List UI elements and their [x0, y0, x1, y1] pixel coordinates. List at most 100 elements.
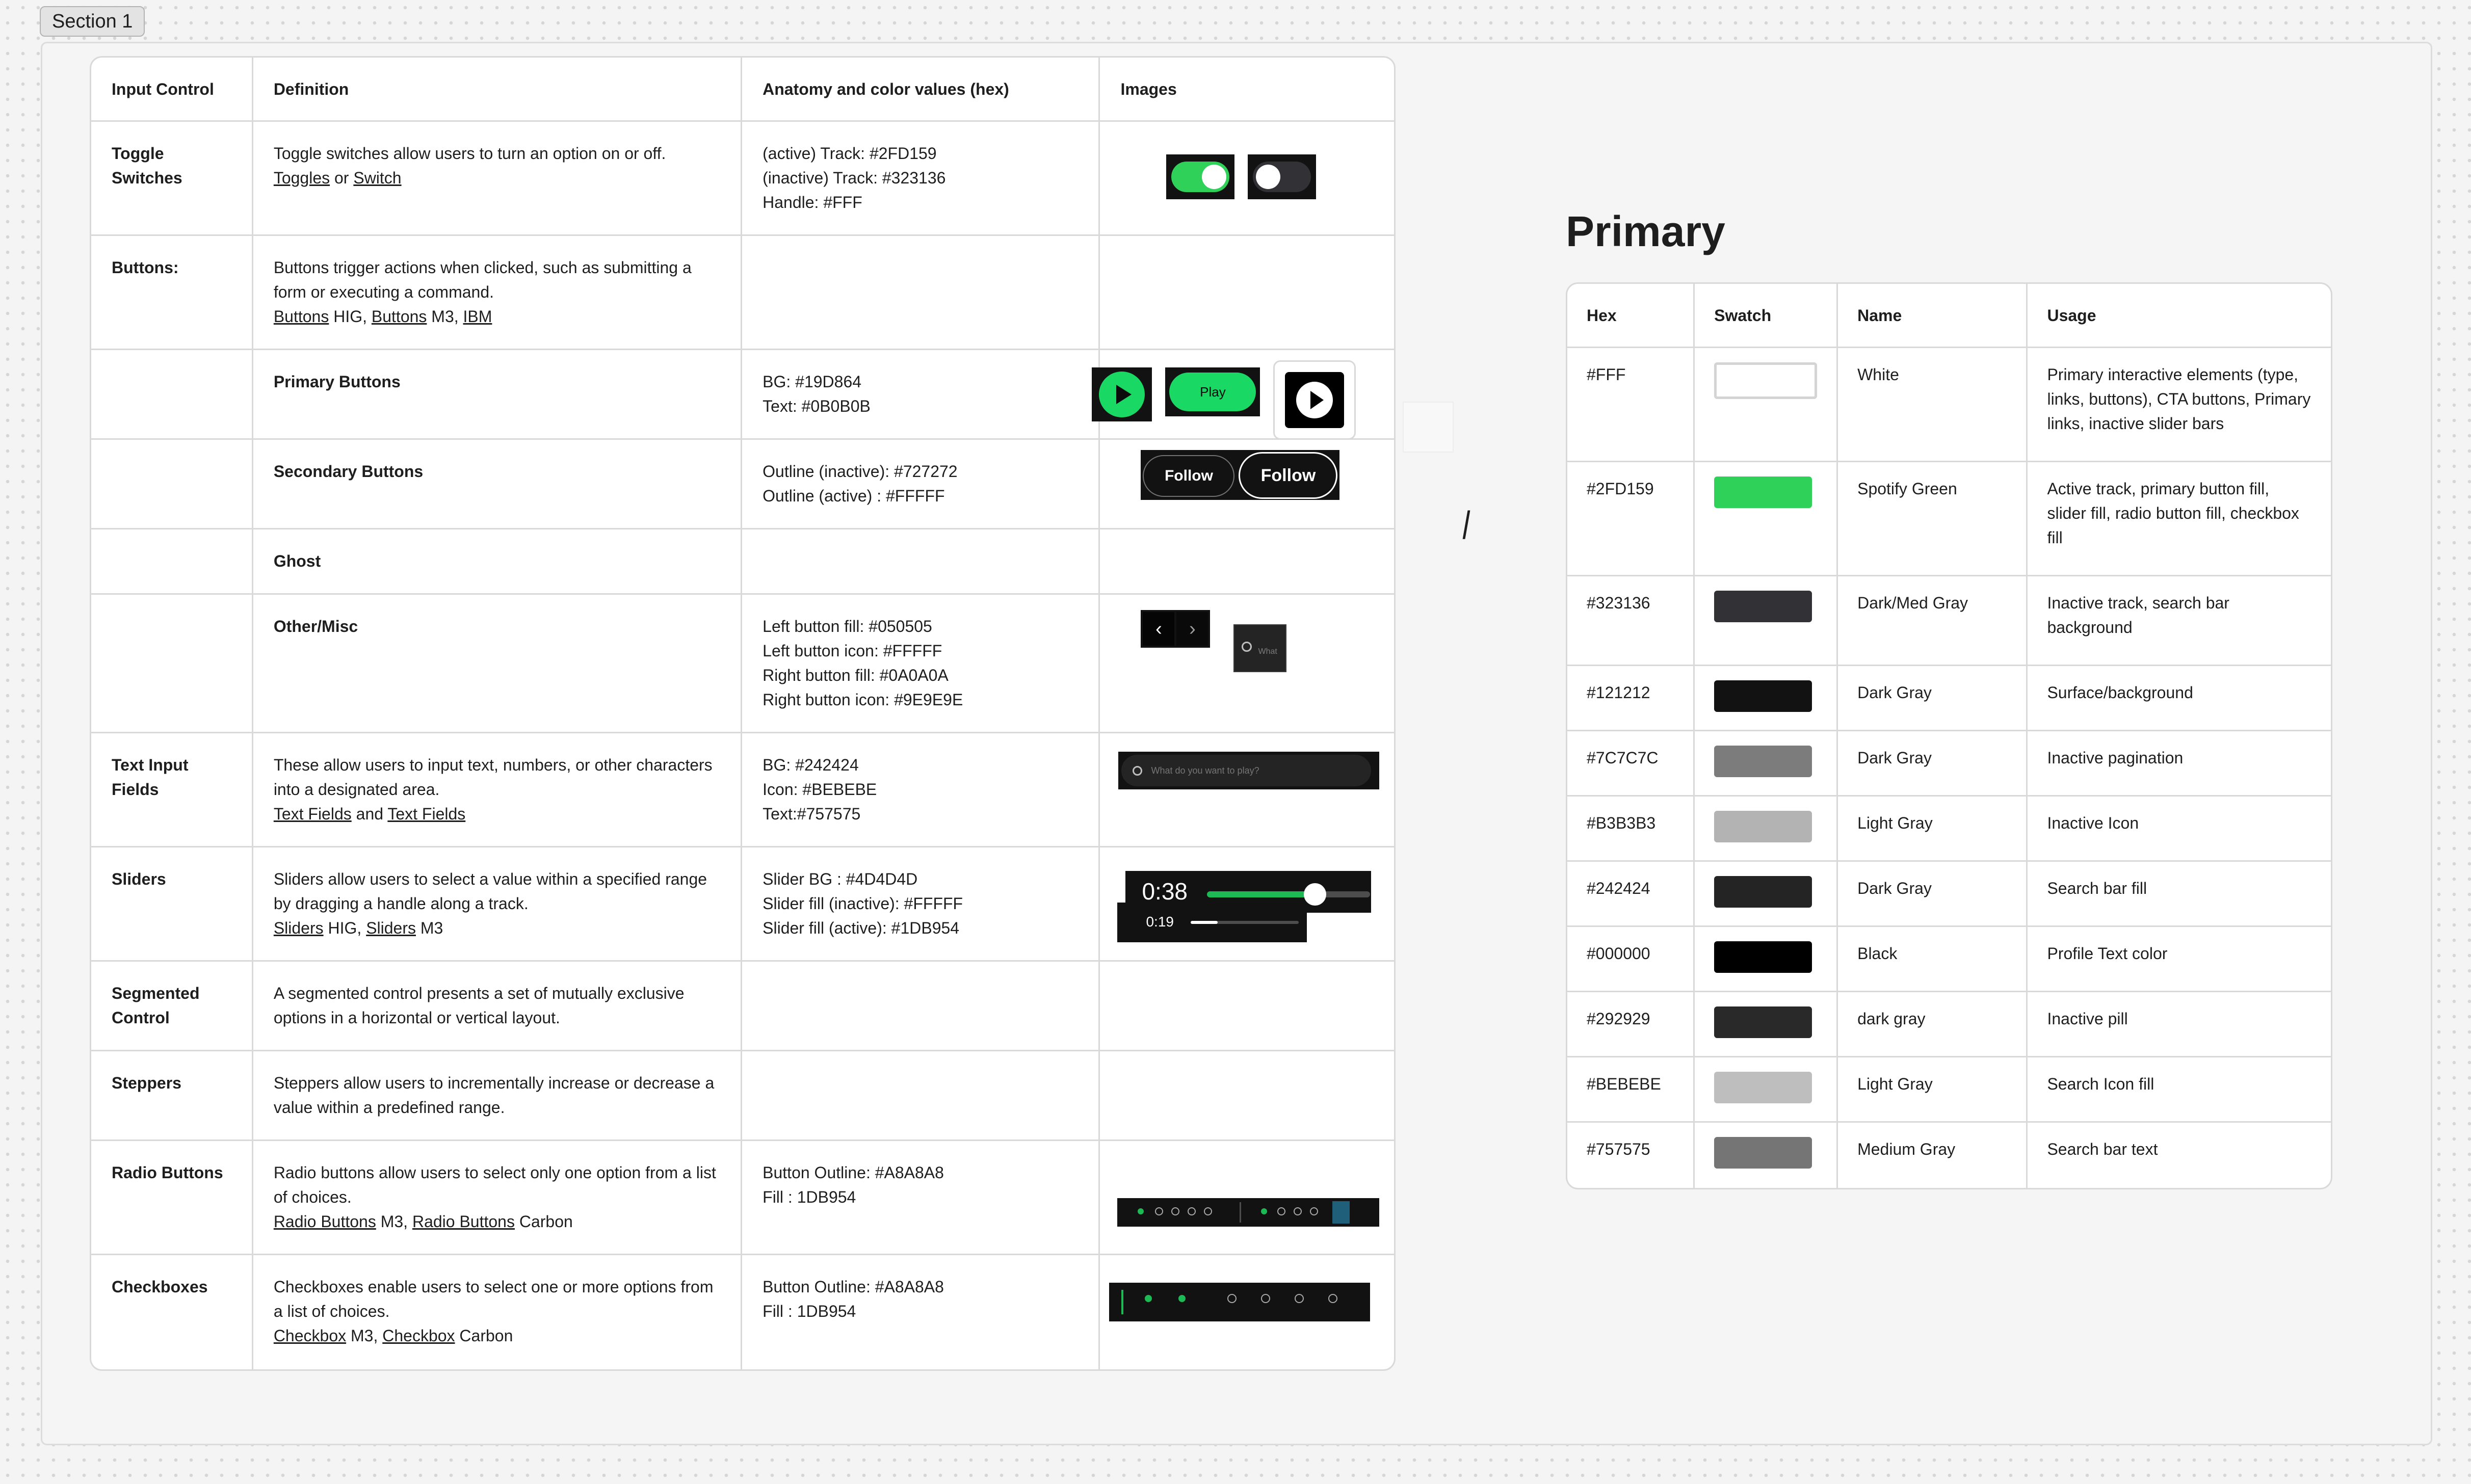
search-field[interactable]: What do you want to play? — [1121, 755, 1372, 786]
link[interactable]: Text Fields — [387, 805, 465, 823]
play-circle-button[interactable] — [1099, 372, 1145, 417]
definition-cell: Checkboxes enable users to select one or… — [253, 1255, 743, 1369]
table-row: Ghost — [91, 529, 1394, 595]
link-separator: M3, — [380, 1212, 408, 1231]
link[interactable]: Sliders — [366, 919, 416, 937]
definition-cell: Radio buttons allow users to select only… — [253, 1141, 743, 1255]
swatch-cell — [1695, 576, 1838, 666]
definition-text: Buttons trigger actions when clicked, su… — [273, 258, 692, 301]
link[interactable]: Radio Buttons — [274, 1212, 376, 1231]
table-row: Checkboxes Checkboxes enable users to se… — [91, 1255, 1394, 1369]
anatomy-line: BG: #19D864 — [763, 373, 862, 391]
color-usage: Active track, primary button fill, slide… — [2028, 462, 2331, 576]
checkbox-unchecked[interactable] — [1328, 1294, 1338, 1303]
control-name: Radio Buttons — [91, 1141, 253, 1255]
color-name: Dark Gray — [1838, 666, 2028, 731]
toggle-track-inactive[interactable] — [1253, 162, 1311, 192]
anatomy-line: Text:#757575 — [763, 805, 861, 823]
color-name: Light Gray — [1838, 797, 2028, 862]
table-row: Segmented Control A segmented control pr… — [91, 962, 1394, 1051]
follow-button-active[interactable]: Follow — [1239, 452, 1338, 499]
column-header: Swatch — [1695, 284, 1838, 348]
play-pill-button[interactable]: Play — [1169, 373, 1256, 411]
slider-fill-inactive — [1191, 921, 1218, 924]
search-box-image[interactable]: What — [1233, 624, 1287, 672]
anatomy-line: Left button icon: #FFFFF — [763, 642, 942, 660]
definition-cell: These allow users to input text, numbers… — [253, 733, 743, 847]
anatomy-cell — [742, 962, 1100, 1051]
section-label[interactable]: Section 1 — [40, 6, 145, 37]
link[interactable]: Text Fields — [274, 805, 352, 823]
anatomy-cell: Left button fill: #050505 Left button ic… — [742, 595, 1100, 733]
link-separator: M3 — [420, 919, 443, 937]
radio-unselected[interactable] — [1188, 1207, 1196, 1215]
link[interactable]: Sliders — [274, 919, 324, 937]
link[interactable]: Checkbox — [274, 1327, 346, 1345]
radio-selected[interactable] — [1261, 1208, 1268, 1214]
link[interactable]: Buttons — [372, 307, 427, 326]
play-icon — [1310, 391, 1324, 409]
chevron-left-icon[interactable]: ‹ — [1143, 612, 1175, 646]
checkbox-unchecked[interactable] — [1261, 1294, 1271, 1303]
color-name: Spotify Green — [1838, 462, 2028, 576]
checkbox-checked[interactable] — [1145, 1295, 1152, 1302]
link-separator: Carbon — [459, 1327, 513, 1345]
swatch-cell — [1695, 1123, 1838, 1188]
chevron-right-icon[interactable]: › — [1176, 612, 1208, 646]
play-pill-image: Play — [1165, 367, 1260, 416]
hex-value: #757575 — [1567, 1123, 1695, 1188]
image-cell: Follow Follow — [1100, 440, 1394, 529]
checkbox-checked[interactable] — [1178, 1295, 1186, 1302]
anatomy-cell — [742, 236, 1100, 350]
link[interactable]: Radio Buttons — [412, 1212, 515, 1231]
swatch-cell — [1695, 992, 1838, 1057]
link[interactable]: Switch — [353, 169, 401, 187]
toggle-track-active[interactable] — [1171, 162, 1230, 192]
link[interactable]: Buttons — [274, 307, 329, 326]
color-swatch — [1714, 811, 1812, 842]
checkbox-unchecked[interactable] — [1295, 1294, 1304, 1303]
play-circle — [1296, 382, 1333, 418]
radio-unselected[interactable] — [1171, 1207, 1180, 1215]
nav-buttons-image: ‹ › — [1141, 610, 1211, 648]
control-name: Text Input Fields — [91, 733, 253, 847]
checkboxes-image — [1109, 1283, 1371, 1321]
radio-unselected[interactable] — [1155, 1207, 1164, 1215]
slider-track-small[interactable] — [1191, 921, 1299, 924]
image-cell: ‹ › What — [1100, 595, 1394, 733]
link-separator: Carbon — [519, 1212, 573, 1231]
follow-button-inactive[interactable]: Follow — [1143, 455, 1235, 497]
hex-value: #BEBEBE — [1567, 1057, 1695, 1123]
play-icon-tile[interactable] — [1285, 372, 1345, 428]
definition-text: Toggle switches allow users to turn an o… — [273, 144, 666, 163]
slider-track-large[interactable] — [1207, 883, 1371, 906]
radio-unselected[interactable] — [1294, 1207, 1302, 1215]
control-name — [91, 595, 253, 733]
scroll-indicator[interactable] — [1332, 1201, 1350, 1224]
anatomy-line: Left button fill: #050505 — [763, 617, 932, 635]
radio-unselected[interactable] — [1204, 1207, 1213, 1215]
anatomy-line: Fill : 1DB954 — [763, 1188, 856, 1206]
definition-text: Radio buttons allow users to select only… — [273, 1163, 716, 1206]
color-swatch — [1714, 591, 1812, 622]
radio-unselected[interactable] — [1310, 1207, 1319, 1215]
color-name: dark gray — [1838, 992, 2028, 1057]
anatomy-cell: BG: #19D864 Text: #0B0B0B — [742, 350, 1100, 440]
anatomy-cell: Button Outline: #A8A8A8 Fill : 1DB954 — [742, 1141, 1100, 1255]
radio-selected[interactable] — [1138, 1208, 1144, 1214]
radio-unselected[interactable] — [1277, 1207, 1286, 1215]
toggle-on-image — [1166, 154, 1235, 199]
color-name: White — [1838, 348, 2028, 462]
toggle-handle — [1202, 165, 1227, 189]
anatomy-line: Button Outline: #A8A8A8 — [763, 1278, 944, 1296]
sub-control-name: Other/Misc — [253, 595, 743, 733]
hex-value: #292929 — [1567, 992, 1695, 1057]
hex-value: #2FD159 — [1567, 462, 1695, 576]
sub-control-name: Ghost — [253, 529, 743, 595]
color-usage: Search bar fill — [2028, 862, 2331, 927]
checkbox-unchecked[interactable] — [1227, 1294, 1237, 1303]
slider-fill-active — [1207, 891, 1315, 897]
link[interactable]: Checkbox — [382, 1327, 455, 1345]
link[interactable]: IBM — [463, 307, 492, 326]
link[interactable]: Toggles — [274, 169, 330, 187]
